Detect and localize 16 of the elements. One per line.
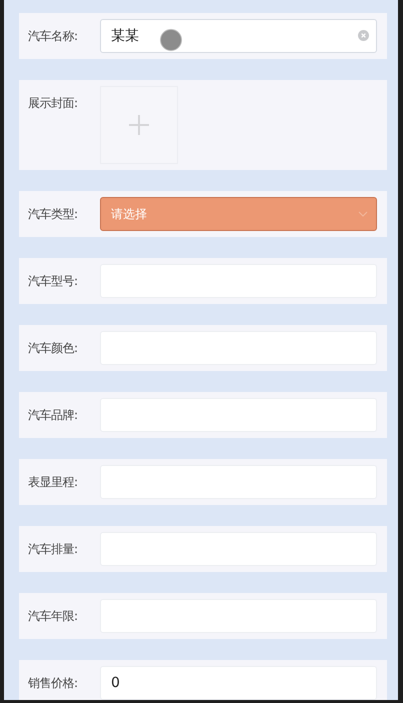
field-label: 表显里程: <box>28 474 79 491</box>
field-label: 汽车排量: <box>28 541 79 558</box>
field-label: 汽车年限: <box>28 608 79 625</box>
field-label: 汽车名称: <box>28 28 79 45</box>
chevron-down-icon <box>358 211 368 217</box>
field-label: 展示封面: <box>28 95 79 112</box>
field-label: 汽车类型: <box>28 206 79 223</box>
field-label: 汽车品牌: <box>28 407 79 424</box>
text-field[interactable]: 0 <box>100 666 377 700</box>
field-label: 销售价格: <box>28 675 79 692</box>
image-upload[interactable] <box>100 86 178 164</box>
field-label: 汽车颜色: <box>28 340 79 357</box>
clear-icon[interactable] <box>358 30 369 41</box>
field-label: 汽车型号: <box>28 273 79 290</box>
plus-icon <box>129 115 149 135</box>
text-field[interactable]: 某某 <box>100 19 377 53</box>
